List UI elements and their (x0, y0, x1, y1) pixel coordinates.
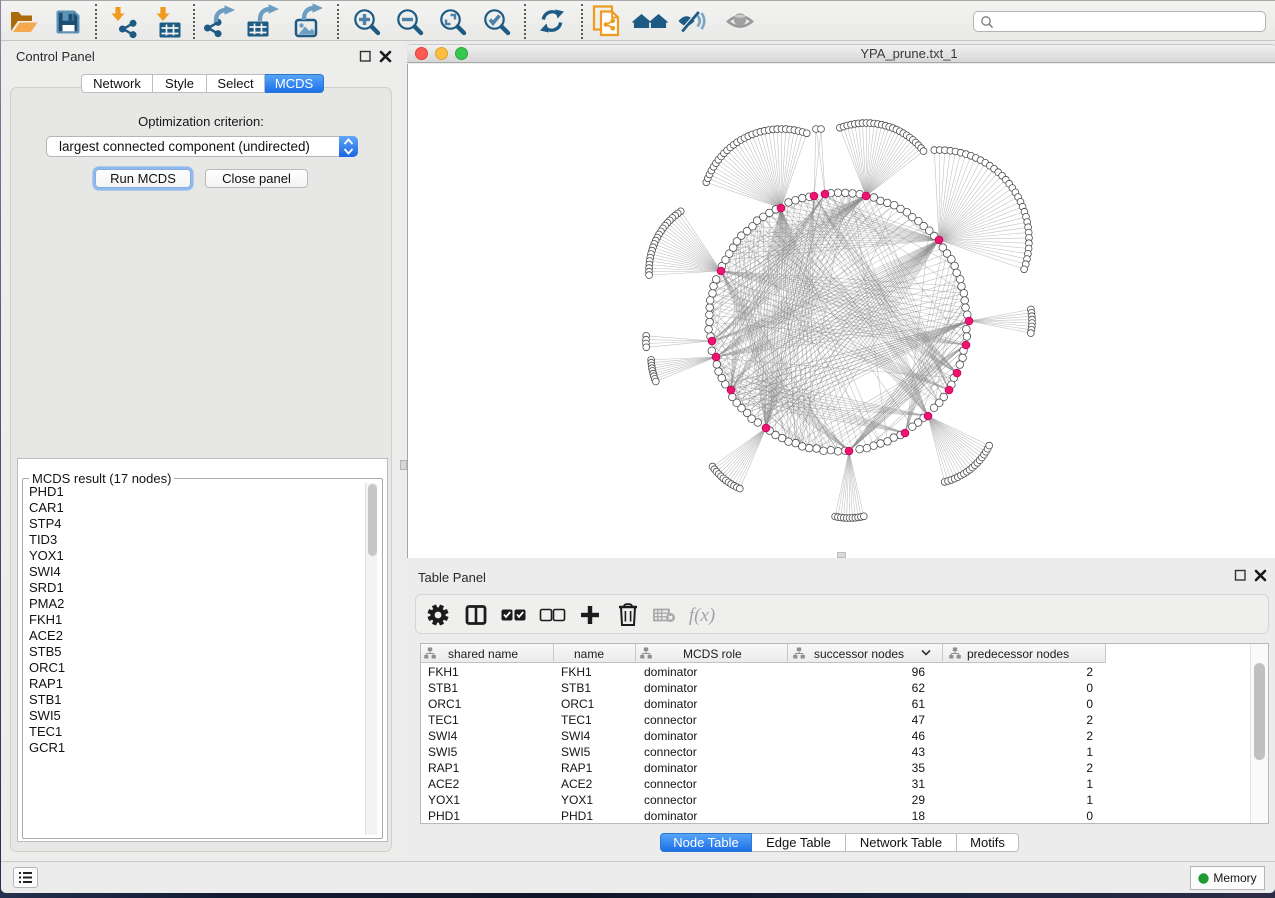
svg-text:f(x): f(x) (689, 605, 715, 626)
